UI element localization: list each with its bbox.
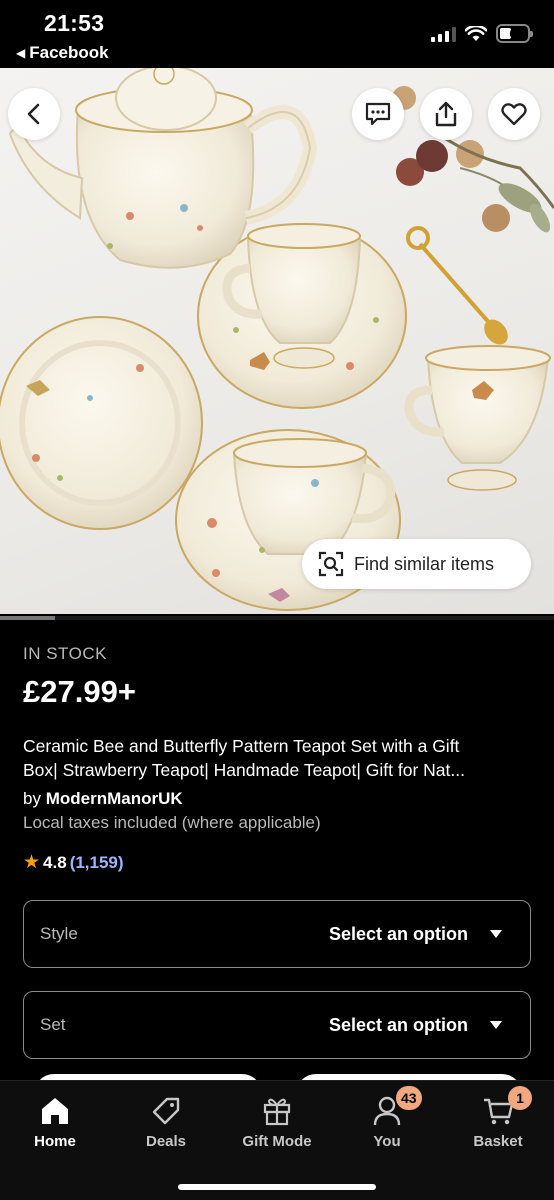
set-select-value: Select an option xyxy=(328,1014,468,1035)
taxes-note: Local taxes included (where applicable) xyxy=(23,813,321,832)
set-select-label: Set xyxy=(40,1015,66,1034)
camera-search-icon xyxy=(318,551,344,577)
nav-gift-mode-label: Gift Mode xyxy=(242,1133,312,1150)
product-info: IN STOCK £27.99+ Ceramic Bee and Butterf… xyxy=(23,644,533,874)
nav-you-label: You xyxy=(373,1133,401,1150)
share-button[interactable] xyxy=(420,88,472,140)
seller-line: by ModernManorUK xyxy=(23,789,533,809)
teapot-set-photo xyxy=(0,68,554,611)
product-image[interactable]: Find similar items xyxy=(0,68,554,614)
message-seller-button[interactable] xyxy=(352,88,404,140)
heart-icon xyxy=(501,103,527,126)
seller-link[interactable]: ModernManorUK xyxy=(46,789,183,808)
favorite-button[interactable] xyxy=(488,88,540,140)
find-similar-button[interactable]: Find similar items xyxy=(302,539,531,589)
back-triangle-icon: ◀ xyxy=(16,46,26,60)
image-carousel-indicator xyxy=(0,616,554,620)
home-indicator[interactable] xyxy=(178,1184,376,1190)
nav-home-label: Home xyxy=(34,1133,76,1150)
cellular-signal-icon xyxy=(431,26,456,42)
stock-status: IN STOCK xyxy=(23,644,107,663)
basket-count-badge: 1 xyxy=(508,1086,532,1110)
style-select[interactable]: Style Select an option xyxy=(23,900,531,968)
find-similar-label: Find similar items xyxy=(354,553,495,574)
status-bar: 21:53 ◀ Facebook 6 xyxy=(0,0,554,68)
review-count-link[interactable]: (1,159) xyxy=(70,853,124,873)
status-icons: 6 xyxy=(431,24,533,43)
share-icon xyxy=(435,101,457,127)
product-title[interactable]: Ceramic Bee and Butterfly Pattern Teapot… xyxy=(23,734,533,782)
nav-you[interactable]: 43 You xyxy=(332,1086,442,1150)
clock: 21:53 xyxy=(44,10,105,36)
style-select-value: Select an option xyxy=(328,923,468,944)
nav-basket-label: Basket xyxy=(473,1133,523,1150)
bottom-nav: Home Deals Gift Mode 43 You 1 Basket xyxy=(0,1080,554,1200)
tag-icon xyxy=(152,1097,180,1125)
back-to-app-link[interactable]: ◀ Facebook xyxy=(16,43,109,63)
nav-deals[interactable]: Deals xyxy=(111,1091,221,1150)
back-arrow-icon xyxy=(27,103,40,125)
style-select-label: Style xyxy=(40,924,78,943)
you-notification-badge: 43 xyxy=(396,1086,422,1110)
set-select[interactable]: Set Select an option xyxy=(23,991,531,1059)
product-title-line-2: Box| Strawberry Teapot| Handmade Teapot|… xyxy=(23,760,465,780)
gift-icon xyxy=(263,1098,291,1126)
wifi-icon xyxy=(465,25,487,41)
back-button[interactable] xyxy=(8,88,60,140)
nav-home[interactable]: Home xyxy=(0,1091,110,1150)
rating-value: 4.8 xyxy=(43,852,67,872)
battery-icon: 6 xyxy=(496,24,533,43)
nav-deals-label: Deals xyxy=(145,1133,187,1150)
nav-basket[interactable]: 1 Basket xyxy=(443,1086,553,1150)
home-icon xyxy=(42,1098,68,1124)
product-title-line-1: Ceramic Bee and Butterfly Pattern Teapot… xyxy=(23,736,460,756)
chevron-down-icon xyxy=(490,930,502,938)
message-icon xyxy=(365,102,391,126)
chevron-down-icon xyxy=(490,1021,502,1029)
back-app-label: Facebook xyxy=(29,43,109,62)
rating[interactable]: ★ 4.8 (1,159) xyxy=(23,851,533,874)
nav-gift-mode[interactable]: Gift Mode xyxy=(222,1091,332,1150)
price: £27.99+ xyxy=(23,674,136,709)
seller-prefix: by xyxy=(23,789,46,808)
star-icon: ★ xyxy=(23,852,41,873)
battery-level: 6 xyxy=(509,26,517,41)
